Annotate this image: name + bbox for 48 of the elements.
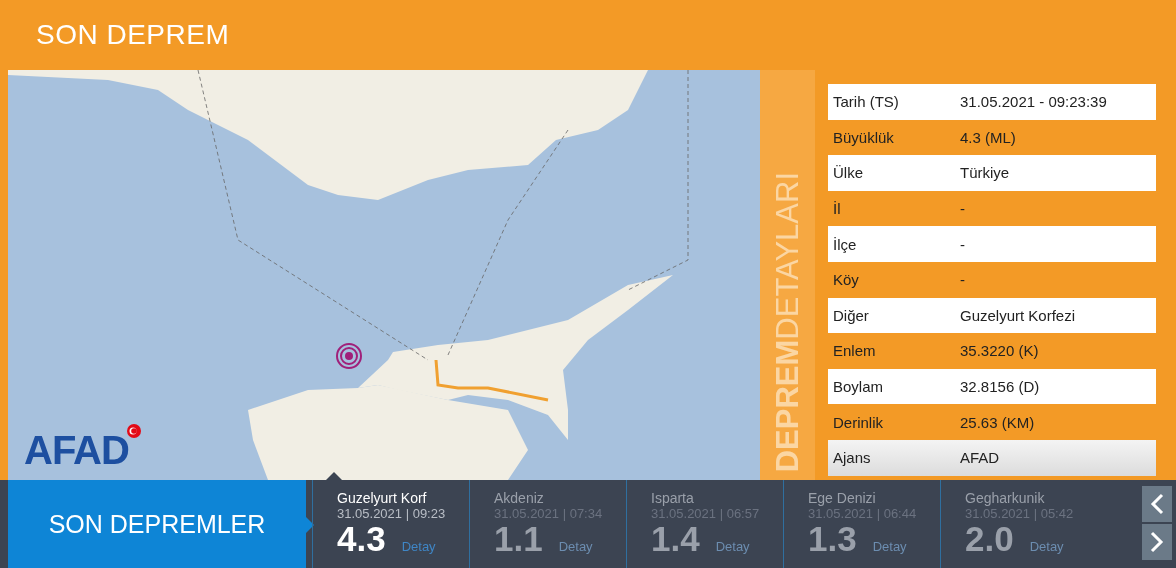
detail-label: Diğer [833, 306, 870, 324]
quake-place: Gegharkunik [965, 490, 1046, 506]
quake-time: 31.05.2021 | 09:23 [337, 506, 447, 521]
detail-label: Boylam [833, 378, 885, 396]
detail-value: Türkiye [960, 164, 1010, 182]
detail-label: Büyüklük [833, 128, 895, 146]
detail-link[interactable]: Detay [401, 539, 436, 554]
quake-magnitude: 1.1 [494, 521, 543, 558]
detail-link[interactable]: Detay [1029, 539, 1064, 554]
detail-link[interactable]: Detay [715, 539, 750, 554]
arrow-marker [306, 517, 314, 533]
detail-label: Enlem [833, 342, 877, 360]
page-title: SON DEPREM [36, 19, 230, 51]
detail-label: İl [833, 200, 842, 218]
detail-value: Guzelyurt Korfezi [960, 306, 1076, 324]
quake-place: Ege Denizi [808, 490, 877, 506]
detail-value: 35.3220 (K) [960, 342, 1039, 360]
detail-value: - [960, 235, 965, 253]
section-title: DEPREMDETAYLARI [772, 171, 803, 472]
previous-button[interactable] [1142, 486, 1172, 522]
quake-magnitude: 2.0 [965, 521, 1014, 558]
quake-magnitude: 1.4 [651, 521, 700, 558]
quake-place: Guzelyurt Korf [337, 490, 428, 506]
detail-value: - [960, 271, 965, 289]
detail-value: 32.8156 (D) [960, 378, 1040, 396]
detail-value: 4.3 (ML) [960, 128, 1016, 146]
detail-label: Ülke [833, 164, 864, 182]
quake-place: Akdeniz [494, 490, 545, 506]
quake-item[interactable]: Guzelyurt Korf 31.05.2021 | 09:23 4.3 Detay [312, 480, 469, 568]
flag-icon [126, 424, 141, 438]
quake-magnitude: 4.3 [337, 521, 386, 558]
detail-value: 31.05.2021 - 09:23:39 [960, 93, 1107, 111]
detail-value: - [960, 200, 965, 218]
detail-link[interactable]: Detay [872, 539, 907, 554]
detail-label: Köy [833, 271, 860, 289]
detail-value: AFAD [960, 449, 1000, 467]
quake-place: Isparta [651, 490, 695, 506]
next-button[interactable] [1142, 524, 1172, 560]
detail-value: 25.63 (KM) [960, 413, 1035, 431]
chevron-right-icon [1150, 531, 1164, 553]
detail-label: Tarih (TS) [833, 93, 900, 111]
detail-label: Ajans [833, 449, 872, 467]
chevron-left-icon [1150, 493, 1164, 515]
logo-text: AFAD [24, 430, 129, 470]
quake-magnitude: 1.3 [808, 521, 857, 558]
detail-label: Derinlik [833, 413, 884, 431]
detail-label: İlçe [833, 235, 858, 253]
detail-link[interactable]: Detay [558, 539, 593, 554]
